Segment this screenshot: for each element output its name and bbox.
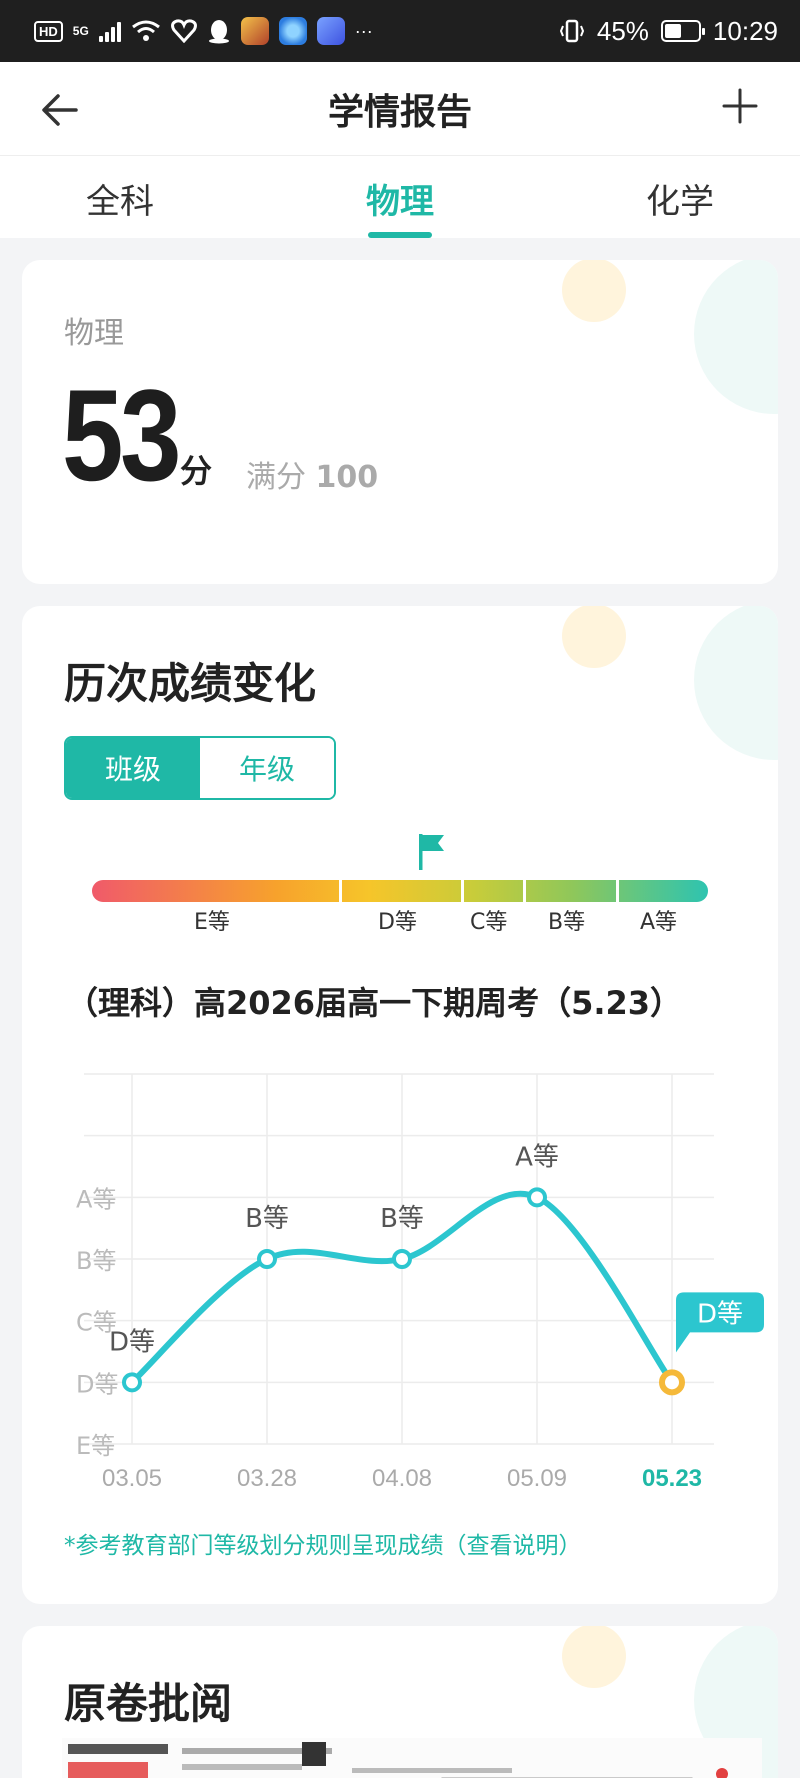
y-tick-label: A等 xyxy=(76,1185,116,1213)
grade-label-d: D等 xyxy=(378,910,417,935)
current-grade-flag-icon xyxy=(419,834,444,870)
point-label: A等 xyxy=(515,1142,559,1172)
y-tick-label: B等 xyxy=(76,1247,116,1275)
score-card: 物理 53 分 满分 100 xyxy=(22,260,778,584)
grade-label-b: B等 xyxy=(548,910,586,935)
wifi-icon xyxy=(131,20,160,41)
tab-chemistry[interactable]: 化学 xyxy=(646,174,714,223)
score-value: 53 xyxy=(62,362,182,508)
grading-note-link[interactable]: *参考教育部门等级划分规则呈现成绩（查看说明） xyxy=(64,1526,582,1560)
decor-circle xyxy=(562,606,626,668)
back-arrow-icon[interactable] xyxy=(40,90,80,130)
y-tick-label: E等 xyxy=(76,1432,115,1460)
grade-label-a: A等 xyxy=(640,910,678,935)
full-score-value: 100 xyxy=(315,460,379,495)
full-score-label: 满分 xyxy=(246,460,306,495)
x-tick-label: 04.08 xyxy=(372,1465,432,1492)
point-label: B等 xyxy=(380,1204,424,1234)
active-tab-indicator xyxy=(368,232,432,238)
signal-icon xyxy=(98,20,121,42)
grade-trend-chart: E等D等C等B等A等D等B等 B等A等D等03.05 03.28 04.08 05.09… xyxy=(76,1073,764,1492)
data-point xyxy=(527,1187,547,1208)
point-label: D等 xyxy=(109,1327,155,1357)
subject-label: 物理 xyxy=(64,316,124,351)
data-point xyxy=(659,1369,685,1396)
x-tick-label: 05.09 xyxy=(507,1465,567,1492)
paper-review-card: 原卷批阅 xyxy=(22,1626,778,1778)
network-type: 5G xyxy=(72,24,89,38)
y-tick-label: D等 xyxy=(76,1370,118,1398)
data-point xyxy=(257,1249,277,1269)
x-tick-label: 03.05 xyxy=(102,1465,162,1492)
browser-app-icon xyxy=(278,17,307,45)
data-point xyxy=(392,1249,412,1269)
vibrate-icon xyxy=(559,19,584,43)
full-score: 满分 100 xyxy=(246,452,378,496)
x-tick-label: 03.28 xyxy=(237,1465,297,1492)
subject-tabs: 全科 物理 化学 xyxy=(0,156,800,238)
data-point xyxy=(122,1372,142,1393)
rank-scope-toggle: 班级 年级 xyxy=(64,736,336,800)
battery-percent: 45% xyxy=(596,15,649,46)
tab-physics[interactable]: 物理 xyxy=(366,174,434,223)
app-header: 学情报告 xyxy=(0,62,800,156)
status-bar: HD 5G ··· 45% 10:29 xyxy=(0,0,800,62)
x-tick-label: 05.23 xyxy=(642,1465,702,1492)
grade-divider xyxy=(523,880,526,902)
section-title: 原卷批阅 xyxy=(64,1679,233,1728)
toggle-class[interactable]: 班级 xyxy=(66,738,200,798)
grade-label-e: E等 xyxy=(194,910,230,935)
grade-divider xyxy=(616,880,619,902)
decor-circle xyxy=(562,260,626,322)
decor-circle xyxy=(694,606,778,760)
decor-circle xyxy=(562,1626,626,1688)
point-label: B等 xyxy=(245,1204,289,1234)
clock-time: 10:29 xyxy=(712,15,778,46)
exam-title: （理科）高2026届高一下期周考（5.23） xyxy=(66,984,683,1022)
grade-divider xyxy=(461,880,464,902)
tab-all[interactable]: 全科 xyxy=(86,174,154,223)
game-app-icon xyxy=(240,17,269,45)
add-icon[interactable] xyxy=(720,86,760,126)
more-notifications: ··· xyxy=(354,20,373,41)
music-app-icon xyxy=(316,17,345,45)
section-title: 历次成绩变化 xyxy=(64,659,317,708)
toggle-grade[interactable]: 年级 xyxy=(200,738,334,798)
hd-badge: HD xyxy=(34,20,63,42)
decor-circle xyxy=(694,260,778,414)
heart-health-icon xyxy=(170,19,197,43)
point-label: D等 xyxy=(697,1299,743,1329)
exam-paper-thumbnail[interactable] xyxy=(62,1738,762,1778)
grade-label-c: C等 xyxy=(470,910,508,935)
grade-divider xyxy=(339,880,342,902)
score-trend-card: 历次成绩变化 班级 年级 E等 D等 C等 B等 A等 （理科）高2026届高一… xyxy=(22,606,778,1604)
battery-icon xyxy=(660,20,705,42)
qq-icon xyxy=(208,20,229,44)
page-title: 学情报告 xyxy=(327,91,472,133)
score-unit: 分 xyxy=(180,452,213,490)
